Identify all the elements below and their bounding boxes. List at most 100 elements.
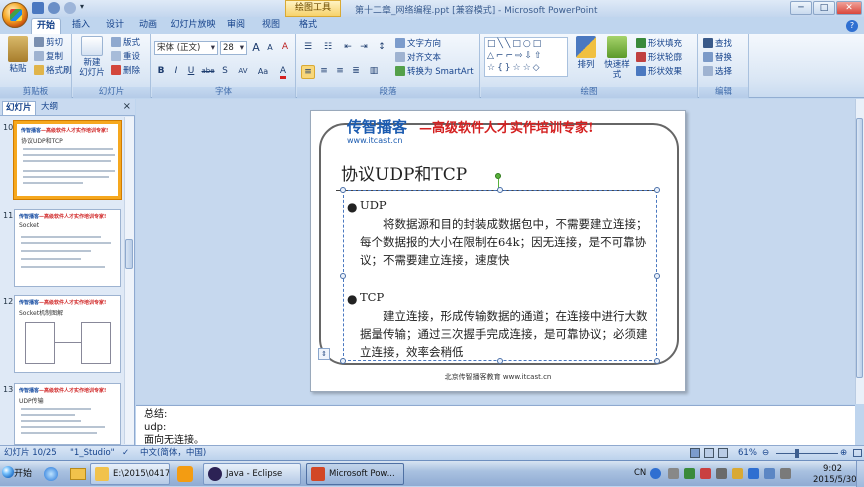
tab-view[interactable]: 视图 bbox=[258, 18, 284, 34]
bold-button[interactable]: B bbox=[154, 65, 168, 79]
resize-handle[interactable] bbox=[340, 187, 346, 193]
shape-effects-button[interactable]: 形状效果 bbox=[636, 66, 682, 78]
tray-help-icon[interactable] bbox=[650, 468, 661, 479]
tray-icon[interactable] bbox=[732, 468, 743, 479]
font-color-button[interactable]: A bbox=[276, 65, 290, 79]
font-size-combo[interactable]: 28 bbox=[220, 41, 247, 55]
rotation-handle[interactable] bbox=[495, 173, 501, 179]
zoom-slider-thumb[interactable] bbox=[795, 449, 799, 458]
change-case-button[interactable]: Aa bbox=[254, 65, 272, 79]
quick-styles-button[interactable]: 快速样式 bbox=[601, 36, 633, 80]
resize-handle[interactable] bbox=[497, 187, 503, 193]
text-direction-button[interactable]: 文字方向 bbox=[395, 38, 441, 50]
taskbar-eclipse[interactable]: Java - Eclipse bbox=[203, 463, 301, 485]
underline-button[interactable]: U bbox=[184, 65, 198, 79]
tray-icon[interactable] bbox=[700, 468, 711, 479]
char-spacing-button[interactable]: AV bbox=[234, 65, 252, 79]
tab-review[interactable]: 审阅 bbox=[223, 18, 249, 34]
justify-button[interactable]: ≣ bbox=[349, 65, 363, 79]
zoom-out-icon[interactable]: ⊖ bbox=[762, 446, 769, 460]
clock-date[interactable]: 2015/5/30 bbox=[813, 475, 857, 485]
ime-indicator[interactable]: CN bbox=[634, 468, 646, 478]
redo-icon[interactable] bbox=[64, 2, 76, 14]
grow-font-button[interactable]: A bbox=[249, 41, 263, 55]
folder-icon[interactable] bbox=[70, 468, 86, 480]
slide-thumbnail[interactable]: 传智播客 —高级软件人才实作培训专家! 协议UDP和TCP bbox=[14, 121, 121, 199]
copy-button[interactable]: 复制 bbox=[34, 51, 63, 63]
notes-pane[interactable]: 总结: udp: 面向无连接。 bbox=[136, 405, 855, 445]
reset-button[interactable]: 重设 bbox=[111, 51, 140, 63]
align-left-button[interactable]: ≡ bbox=[301, 65, 315, 79]
tab-outline[interactable]: 大纲 bbox=[38, 101, 61, 115]
close-button[interactable]: ✕ bbox=[836, 1, 862, 15]
tab-format[interactable]: 格式 bbox=[295, 18, 321, 34]
volume-icon[interactable] bbox=[780, 468, 791, 479]
find-button[interactable]: 查找 bbox=[703, 38, 732, 50]
align-center-button[interactable]: ≡ bbox=[317, 65, 331, 79]
tab-animations[interactable]: 动画 bbox=[135, 18, 161, 34]
help-icon[interactable]: ? bbox=[846, 20, 858, 32]
network-icon[interactable] bbox=[764, 468, 775, 479]
slide-thumbnail[interactable]: 传智播客 —高级软件人才实作培训专家! Socket bbox=[14, 209, 121, 287]
shadow-button[interactable]: S bbox=[218, 65, 232, 79]
slide-thumbnail[interactable]: 传智播客 —高级软件人才实作培训专家! UDP传输 bbox=[14, 383, 121, 445]
slide-scroll-thumb[interactable] bbox=[856, 118, 863, 378]
tray-icon[interactable] bbox=[748, 468, 759, 479]
ie-icon[interactable] bbox=[44, 467, 58, 481]
italic-button[interactable]: I bbox=[169, 65, 183, 79]
decrease-indent-button[interactable]: ⇤ bbox=[341, 41, 355, 55]
increase-indent-button[interactable]: ⇥ bbox=[357, 41, 371, 55]
layout-button[interactable]: 版式 bbox=[111, 37, 140, 49]
show-desktop-button[interactable] bbox=[856, 461, 864, 487]
zoom-level[interactable]: 61% bbox=[738, 446, 757, 460]
align-text-button[interactable]: 对齐文本 bbox=[395, 52, 441, 64]
bullets-button[interactable]: ☰ bbox=[301, 41, 315, 55]
slideshow-view-icon[interactable] bbox=[718, 448, 728, 458]
align-right-button[interactable]: ≡ bbox=[333, 65, 347, 79]
cut-button[interactable]: 剪切 bbox=[34, 37, 63, 49]
replace-button[interactable]: 替换 bbox=[703, 52, 732, 64]
minimize-button[interactable]: ─ bbox=[790, 1, 812, 15]
taskbar-explorer[interactable]: E:\2015\0417\day27 bbox=[90, 463, 170, 485]
slide-title[interactable]: 协议UDP和TCP bbox=[341, 160, 467, 185]
columns-button[interactable]: ▥ bbox=[367, 65, 381, 79]
resize-handle[interactable] bbox=[340, 273, 346, 279]
office-button[interactable] bbox=[2, 2, 28, 28]
save-icon[interactable] bbox=[32, 2, 44, 14]
tab-insert[interactable]: 插入 bbox=[68, 18, 94, 34]
maximize-button[interactable]: □ bbox=[813, 1, 835, 15]
slide-thumbnail[interactable]: 传智播客 —高级软件人才实作培训专家! Socket机制图解 bbox=[14, 295, 121, 373]
zoom-in-icon[interactable]: ⊕ bbox=[840, 446, 847, 460]
clear-format-button[interactable]: A bbox=[278, 41, 292, 55]
tab-slides[interactable]: 幻灯片 bbox=[2, 101, 36, 115]
media-player-icon[interactable] bbox=[177, 466, 193, 482]
paste-button[interactable]: 粘贴 bbox=[3, 36, 33, 74]
undo-icon[interactable] bbox=[48, 2, 60, 14]
delete-slide-button[interactable]: 删除 bbox=[111, 65, 140, 77]
close-pane-icon[interactable]: × bbox=[123, 101, 131, 112]
shrink-font-button[interactable]: A bbox=[263, 41, 277, 55]
quick-access-dropdown[interactable]: ▾ bbox=[80, 2, 84, 11]
normal-view-icon[interactable] bbox=[690, 448, 700, 458]
resize-handle[interactable] bbox=[340, 358, 346, 364]
resize-handle[interactable] bbox=[654, 358, 660, 364]
pane-scroll-thumb[interactable] bbox=[125, 239, 133, 269]
arrange-button[interactable]: 排列 bbox=[573, 36, 599, 70]
spellcheck-icon[interactable]: ✓ bbox=[122, 446, 129, 460]
shape-outline-button[interactable]: 形状轮廓 bbox=[636, 52, 682, 64]
select-button[interactable]: 选择 bbox=[703, 66, 732, 78]
tab-design[interactable]: 设计 bbox=[102, 18, 128, 34]
tab-slideshow[interactable]: 幻灯片放映 bbox=[168, 18, 218, 34]
clock-time[interactable]: 9:02 bbox=[823, 464, 842, 474]
resize-handle[interactable] bbox=[654, 187, 660, 193]
tray-icon[interactable] bbox=[716, 468, 727, 479]
numbering-button[interactable]: ☷ bbox=[321, 41, 335, 55]
autofit-options-icon[interactable]: ⇕ bbox=[318, 348, 330, 360]
taskbar-powerpoint[interactable]: Microsoft Pow... bbox=[306, 463, 404, 485]
zoom-slider[interactable] bbox=[776, 453, 838, 454]
line-spacing-button[interactable]: ↕ bbox=[375, 41, 389, 55]
fit-window-icon[interactable] bbox=[853, 449, 862, 457]
new-slide-button[interactable]: 新建 幻灯片 bbox=[77, 36, 107, 78]
font-name-combo[interactable]: 宋体 (正文) bbox=[154, 41, 218, 55]
tab-home[interactable]: 开始 bbox=[31, 18, 61, 34]
